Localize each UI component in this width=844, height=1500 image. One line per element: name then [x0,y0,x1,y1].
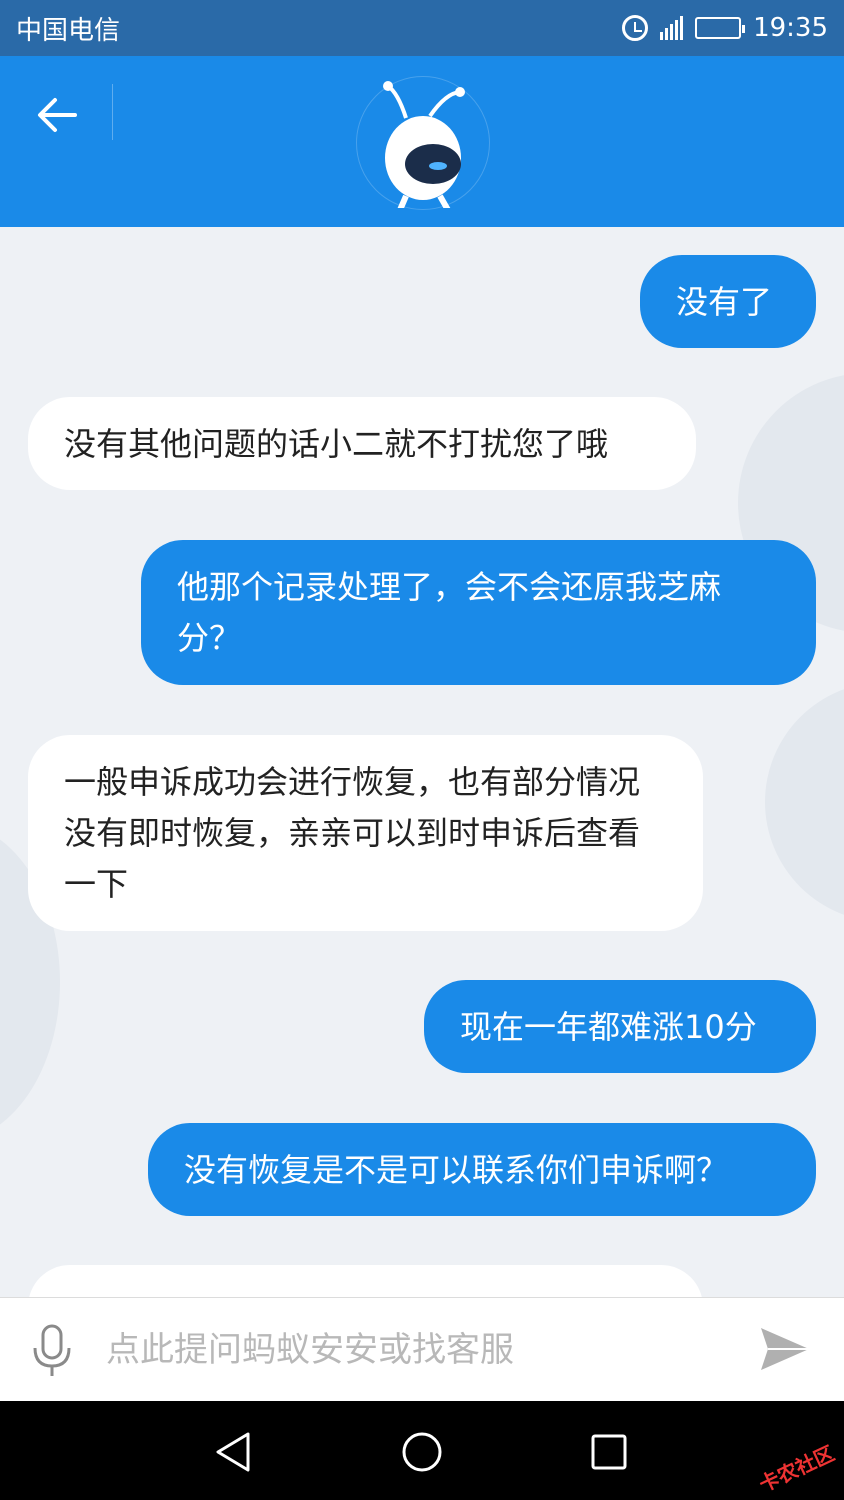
battery-icon [695,17,746,39]
header-divider [112,84,113,140]
message-bubble-user[interactable]: 现在一年都难涨10分 [424,980,816,1073]
message-bubble-bot[interactable]: 一般申诉成功会进行恢复，也有部分情况没有即时恢复，亲亲可以到时申诉后查看一下 [28,735,703,931]
watermark: 卡农社区 [755,1441,838,1497]
nav-home-button[interactable] [397,1427,447,1477]
back-button[interactable] [30,88,84,142]
chat-header [0,56,844,227]
status-icons: 19:35 [622,13,828,43]
chat-area[interactable]: 没有了 没有其他问题的话小二就不打扰您了哦 他那个记录处理了，会不会还原我芝麻分… [0,227,844,1297]
arrow-left-icon [38,98,77,132]
circle-home-icon [402,1432,442,1472]
send-icon [761,1328,809,1370]
message-bubble-user[interactable]: 没有恢复是不是可以联系你们申诉啊？ [148,1123,816,1216]
signal-icon [660,16,684,40]
carrier-name: 中国电信 [16,15,121,46]
triangle-back-icon [216,1432,250,1472]
question-input[interactable] [106,1322,726,1378]
send-button[interactable] [758,1324,812,1374]
input-bar [0,1297,844,1401]
status-bar: 中国电信 19:35 [0,0,844,56]
robot-mascot-icon [383,81,465,208]
message-bubble-bot[interactable]: 没有其他问题的话小二就不打扰您了哦 [28,397,696,490]
alarm-icon [622,15,649,41]
background-decoration [765,682,844,922]
nav-recents-button[interactable] [584,1427,634,1477]
message-bubble-bot-partial[interactable] [28,1265,703,1297]
nav-back-button[interactable] [208,1427,258,1477]
message-bubble-user[interactable]: 没有了 [640,255,816,348]
robot-avatar[interactable] [356,76,490,210]
square-recents-icon [591,1434,627,1470]
microphone-icon [33,1324,71,1376]
message-bubble-user[interactable]: 他那个记录处理了，会不会还原我芝麻分？ [141,540,816,685]
system-nav-bar: 卡农社区 [0,1401,844,1500]
status-time: 19:35 [753,13,828,43]
voice-input-button[interactable] [30,1324,74,1378]
